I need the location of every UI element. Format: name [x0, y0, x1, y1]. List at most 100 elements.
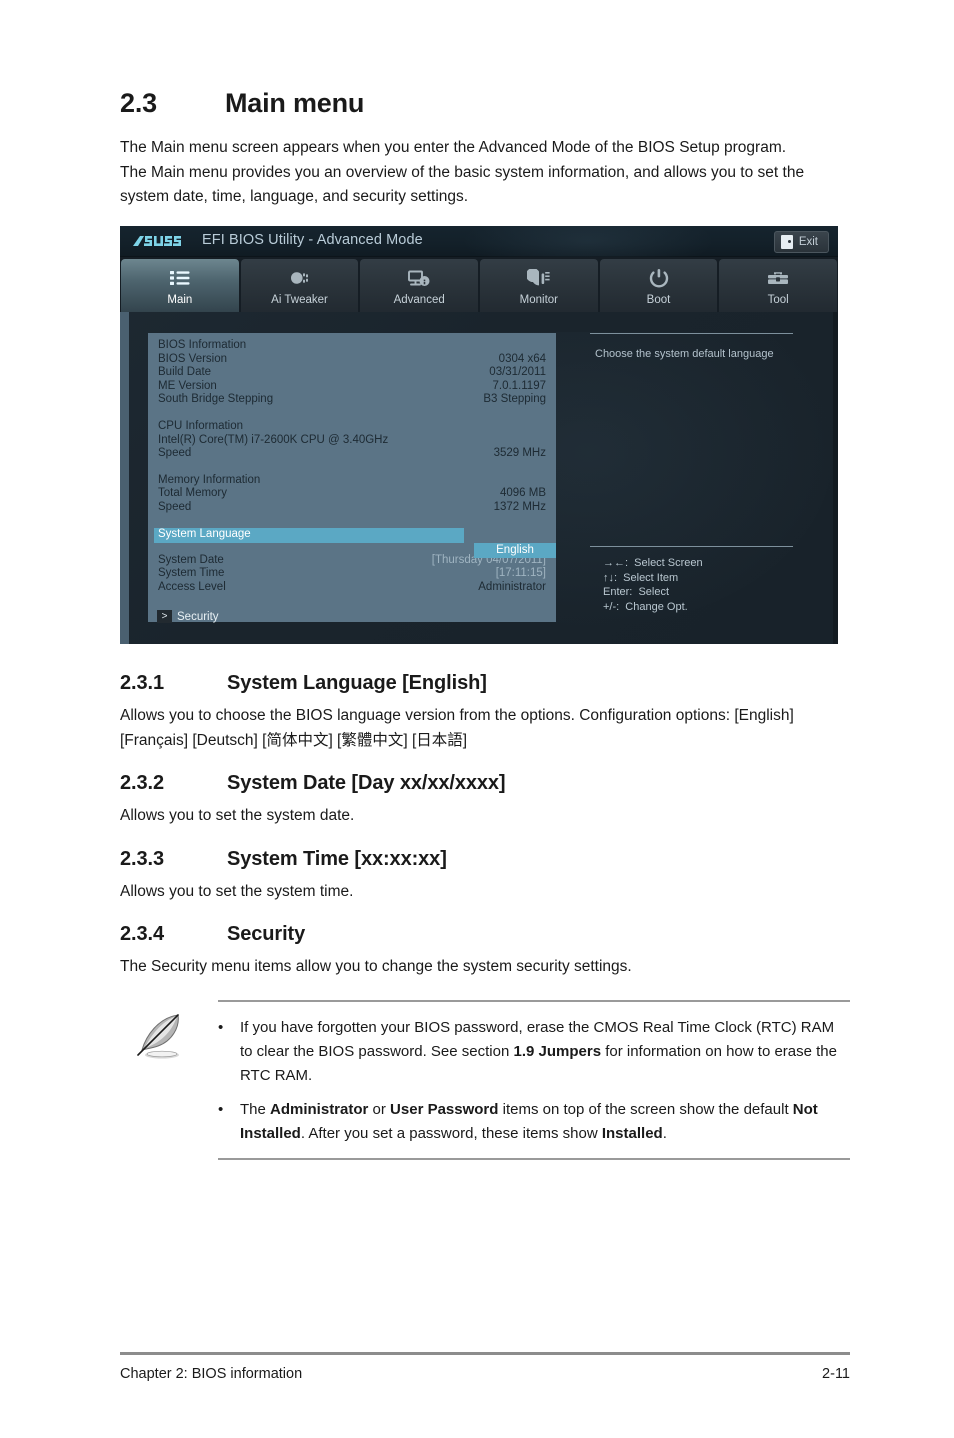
system-language-label-cell[interactable]: System Language	[154, 527, 464, 543]
note-2-b1: Administrator	[270, 1101, 369, 1118]
row-me-version[interactable]: ME Version 7.0.1.1197	[156, 380, 548, 394]
right-edge-bar	[833, 312, 838, 644]
note-2-p3: items on top of the screen show the defa…	[498, 1101, 793, 1118]
row-cpu-name: Intel(R) Core(TM) i7-2600K CPU @ 3.40GHz	[156, 434, 548, 448]
row-value: English	[496, 544, 534, 557]
security-submenu-label: Security	[177, 610, 219, 623]
row-system-language[interactable]: System Language English	[154, 527, 556, 558]
note-2-p2: or	[368, 1101, 391, 1118]
row-value: B3 Stepping	[483, 393, 546, 406]
note-body: • If you have forgotten your BIOS passwo…	[218, 1000, 850, 1160]
subsection-system-time: 2.3.3 System Time [xx:xx:xx] Allows you …	[120, 848, 855, 905]
exit-button-label: Exit	[798, 236, 818, 248]
row-value: 03/31/2011	[489, 366, 546, 379]
tab-ai-tweaker[interactable]: Ai Tweaker	[240, 259, 359, 312]
row-bios-version[interactable]: BIOS Version 0304 x64	[156, 353, 548, 367]
tab-ai-tweaker-label: Ai Tweaker	[271, 294, 328, 306]
bios-information-heading-label: BIOS Information	[158, 339, 247, 351]
exit-door-icon	[780, 235, 793, 249]
subsection-body: Allows you to set the system time.	[120, 883, 354, 900]
body-line-1: Allows you to choose the BIOS language v…	[120, 707, 731, 724]
row-memory-speed[interactable]: Speed 1372 MHz	[156, 501, 548, 515]
subsection-number: 2.3.1	[120, 672, 164, 694]
subsection-system-language: 2.3.1 System Language [English] Allows y…	[120, 672, 855, 753]
subsection-number: 2.3.2	[120, 772, 164, 794]
tab-monitor[interactable]: Monitor	[480, 259, 598, 312]
help-top-divider	[590, 333, 793, 334]
subsection-security: 2.3.4 Security The Security menu items a…	[120, 923, 855, 980]
legend-select-item: ↑↓: Select Item	[603, 571, 679, 584]
note-1-bold: 1.9 Jumpers	[513, 1043, 602, 1060]
security-submenu-link[interactable]: > Security	[156, 610, 548, 624]
row-system-time[interactable]: System Time [17:11:15]	[156, 567, 548, 581]
exit-button[interactable]: Exit	[773, 231, 829, 253]
footer-divider	[120, 1352, 850, 1355]
row-value: 3529 MHz	[493, 447, 546, 460]
row-label: System Time	[158, 567, 225, 580]
tab-main-label: Main	[167, 294, 193, 306]
subsection-title: Security	[227, 923, 306, 945]
system-language-value-dropdown[interactable]: English	[474, 542, 556, 558]
note-item-2-text: The Administrator or User Password items…	[240, 1098, 850, 1146]
note-2-b4: Installed	[601, 1125, 663, 1142]
row-label: Total Memory	[158, 487, 228, 500]
row-label: Intel(R) Core(TM) i7-2600K CPU @ 3.40GHz	[158, 433, 389, 446]
note-item-1-text: If you have forgotten your BIOS password…	[240, 1016, 850, 1088]
bios-screenshot-figure: EFI BIOS Utility - Advanced Mode Exit Ma…	[120, 226, 838, 644]
subsection-title: System Language [English]	[227, 672, 487, 694]
note-2-p1: The	[240, 1101, 271, 1118]
bios-help-panel: Choose the system default language →←: S…	[575, 333, 825, 622]
memory-information-heading: Memory Information	[156, 474, 548, 488]
note-item-2: • The Administrator or User Password ite…	[218, 1098, 850, 1146]
subsection-system-date: 2.3.2 System Date [Day xx/xx/xxxx] Allow…	[120, 772, 855, 829]
row-value: [17:11:15]	[495, 567, 546, 580]
tab-boot-label: Boot	[646, 294, 671, 306]
tab-tool[interactable]: Tool	[719, 259, 838, 312]
legend-change-opt: +/-: Change Opt.	[603, 600, 688, 613]
cpu-information-heading: CPU Information	[156, 420, 548, 434]
subsection-heading: 2.3.2 System Date [Day xx/xx/xxxx]	[120, 772, 855, 795]
subsection-body: Allows you to choose the BIOS language v…	[120, 704, 855, 753]
tab-main[interactable]: Main	[121, 259, 239, 312]
cpu-information-heading-label: CPU Information	[158, 419, 244, 432]
note-2-p4: . After you set a password, these items …	[300, 1125, 602, 1142]
row-cpu-speed[interactable]: Speed 3529 MHz	[156, 447, 548, 461]
row-south-bridge-stepping[interactable]: South Bridge Stepping B3 Stepping	[156, 393, 548, 407]
note-callout: • If you have forgotten your BIOS passwo…	[120, 1000, 850, 1160]
intro-paragraph: The Main menu screen appears when you en…	[120, 139, 805, 205]
row-label: Speed	[158, 447, 192, 460]
footer-chapter-label: Chapter 2: BIOS information	[120, 1366, 303, 1382]
row-label: Speed	[158, 500, 192, 513]
help-description: Choose the system default language	[595, 348, 774, 360]
tab-tool-label: Tool	[767, 294, 789, 306]
bios-tab-bar: Main Ai Tweaker Advanced Monitor Boot To…	[120, 257, 838, 312]
list-icon	[167, 266, 193, 290]
bios-information-heading: BIOS Information	[156, 339, 548, 353]
row-value: 1372 MHz	[493, 500, 546, 513]
row-total-memory[interactable]: Total Memory 4096 MB	[156, 487, 548, 501]
row-label: BIOS Version	[158, 352, 228, 365]
tab-advanced-label: Advanced	[393, 294, 445, 306]
tab-boot[interactable]: Boot	[599, 259, 718, 312]
bullet-glyph: •	[218, 1101, 224, 1118]
row-value: 7.0.1.1197	[492, 379, 546, 392]
tab-monitor-label: Monitor	[519, 294, 559, 306]
power-icon	[646, 266, 672, 290]
tweak-icon	[287, 266, 313, 290]
subsection-body: Allows you to set the system date.	[120, 807, 355, 824]
legend-enter-select: Enter: Select	[603, 586, 670, 598]
bios-settings-panel: BIOS Information BIOS Version 0304 x64 B…	[148, 333, 556, 624]
subsection-heading: 2.3.3 System Time [xx:xx:xx]	[120, 848, 855, 871]
chevron-right-icon: >	[157, 610, 172, 624]
document-page: 2.3 Main menu The Main menu screen appea…	[0, 0, 954, 1438]
note-2-b2: User Password	[390, 1101, 499, 1118]
bios-header-bar: EFI BIOS Utility - Advanced Mode Exit	[120, 226, 838, 276]
note-item-1: • If you have forgotten your BIOS passwo…	[218, 1016, 850, 1088]
row-build-date[interactable]: Build Date 03/31/2011	[156, 366, 548, 380]
note-2-p5: .	[662, 1125, 667, 1142]
tab-advanced[interactable]: Advanced	[360, 259, 479, 312]
feather-quill-icon	[128, 1008, 190, 1070]
subsection-number: 2.3.4	[120, 923, 164, 945]
